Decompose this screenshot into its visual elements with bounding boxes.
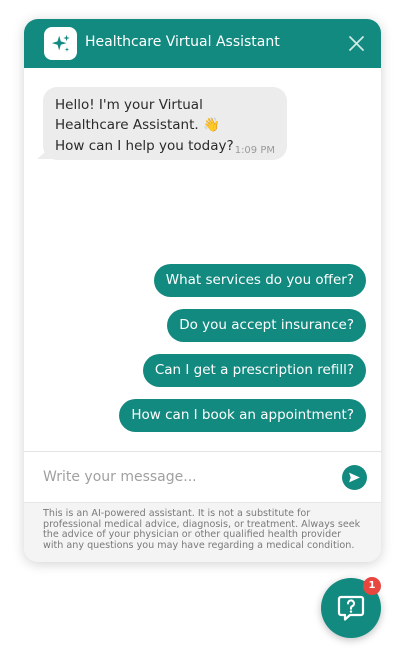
chat-question-icon	[337, 595, 365, 621]
bot-message-greeting: Hello! I'm your Virtual Healthcare Assis…	[55, 97, 220, 133]
send-button[interactable]	[342, 465, 367, 490]
close-icon[interactable]	[348, 35, 365, 52]
message-timestamp: 1:09 PM	[234, 145, 275, 156]
send-icon	[349, 472, 360, 483]
sparkles-icon	[44, 27, 77, 60]
notification-badge: 1	[363, 577, 381, 595]
bot-message-question: How can I help you today?	[55, 138, 234, 154]
disclaimer-text: This is an AI-powered assistant. It is n…	[24, 502, 381, 562]
suggestion-book-appointment[interactable]: How can I book an appointment?	[119, 399, 366, 432]
chat-header: Healthcare Virtual Assistant	[24, 19, 381, 68]
header-title: Healthcare Virtual Assistant	[85, 34, 280, 50]
message-composer	[24, 451, 381, 502]
suggestion-services[interactable]: What services do you offer?	[153, 264, 366, 297]
bot-message: Hello! I'm your Virtual Healthcare Assis…	[43, 87, 287, 160]
suggestion-insurance[interactable]: Do you accept insurance?	[167, 309, 366, 342]
suggestion-prescription-refill[interactable]: Can I get a prescription refill?	[142, 354, 366, 387]
chat-widget: Healthcare Virtual Assistant Hello! I'm …	[24, 19, 381, 562]
message-input[interactable]	[43, 466, 333, 488]
